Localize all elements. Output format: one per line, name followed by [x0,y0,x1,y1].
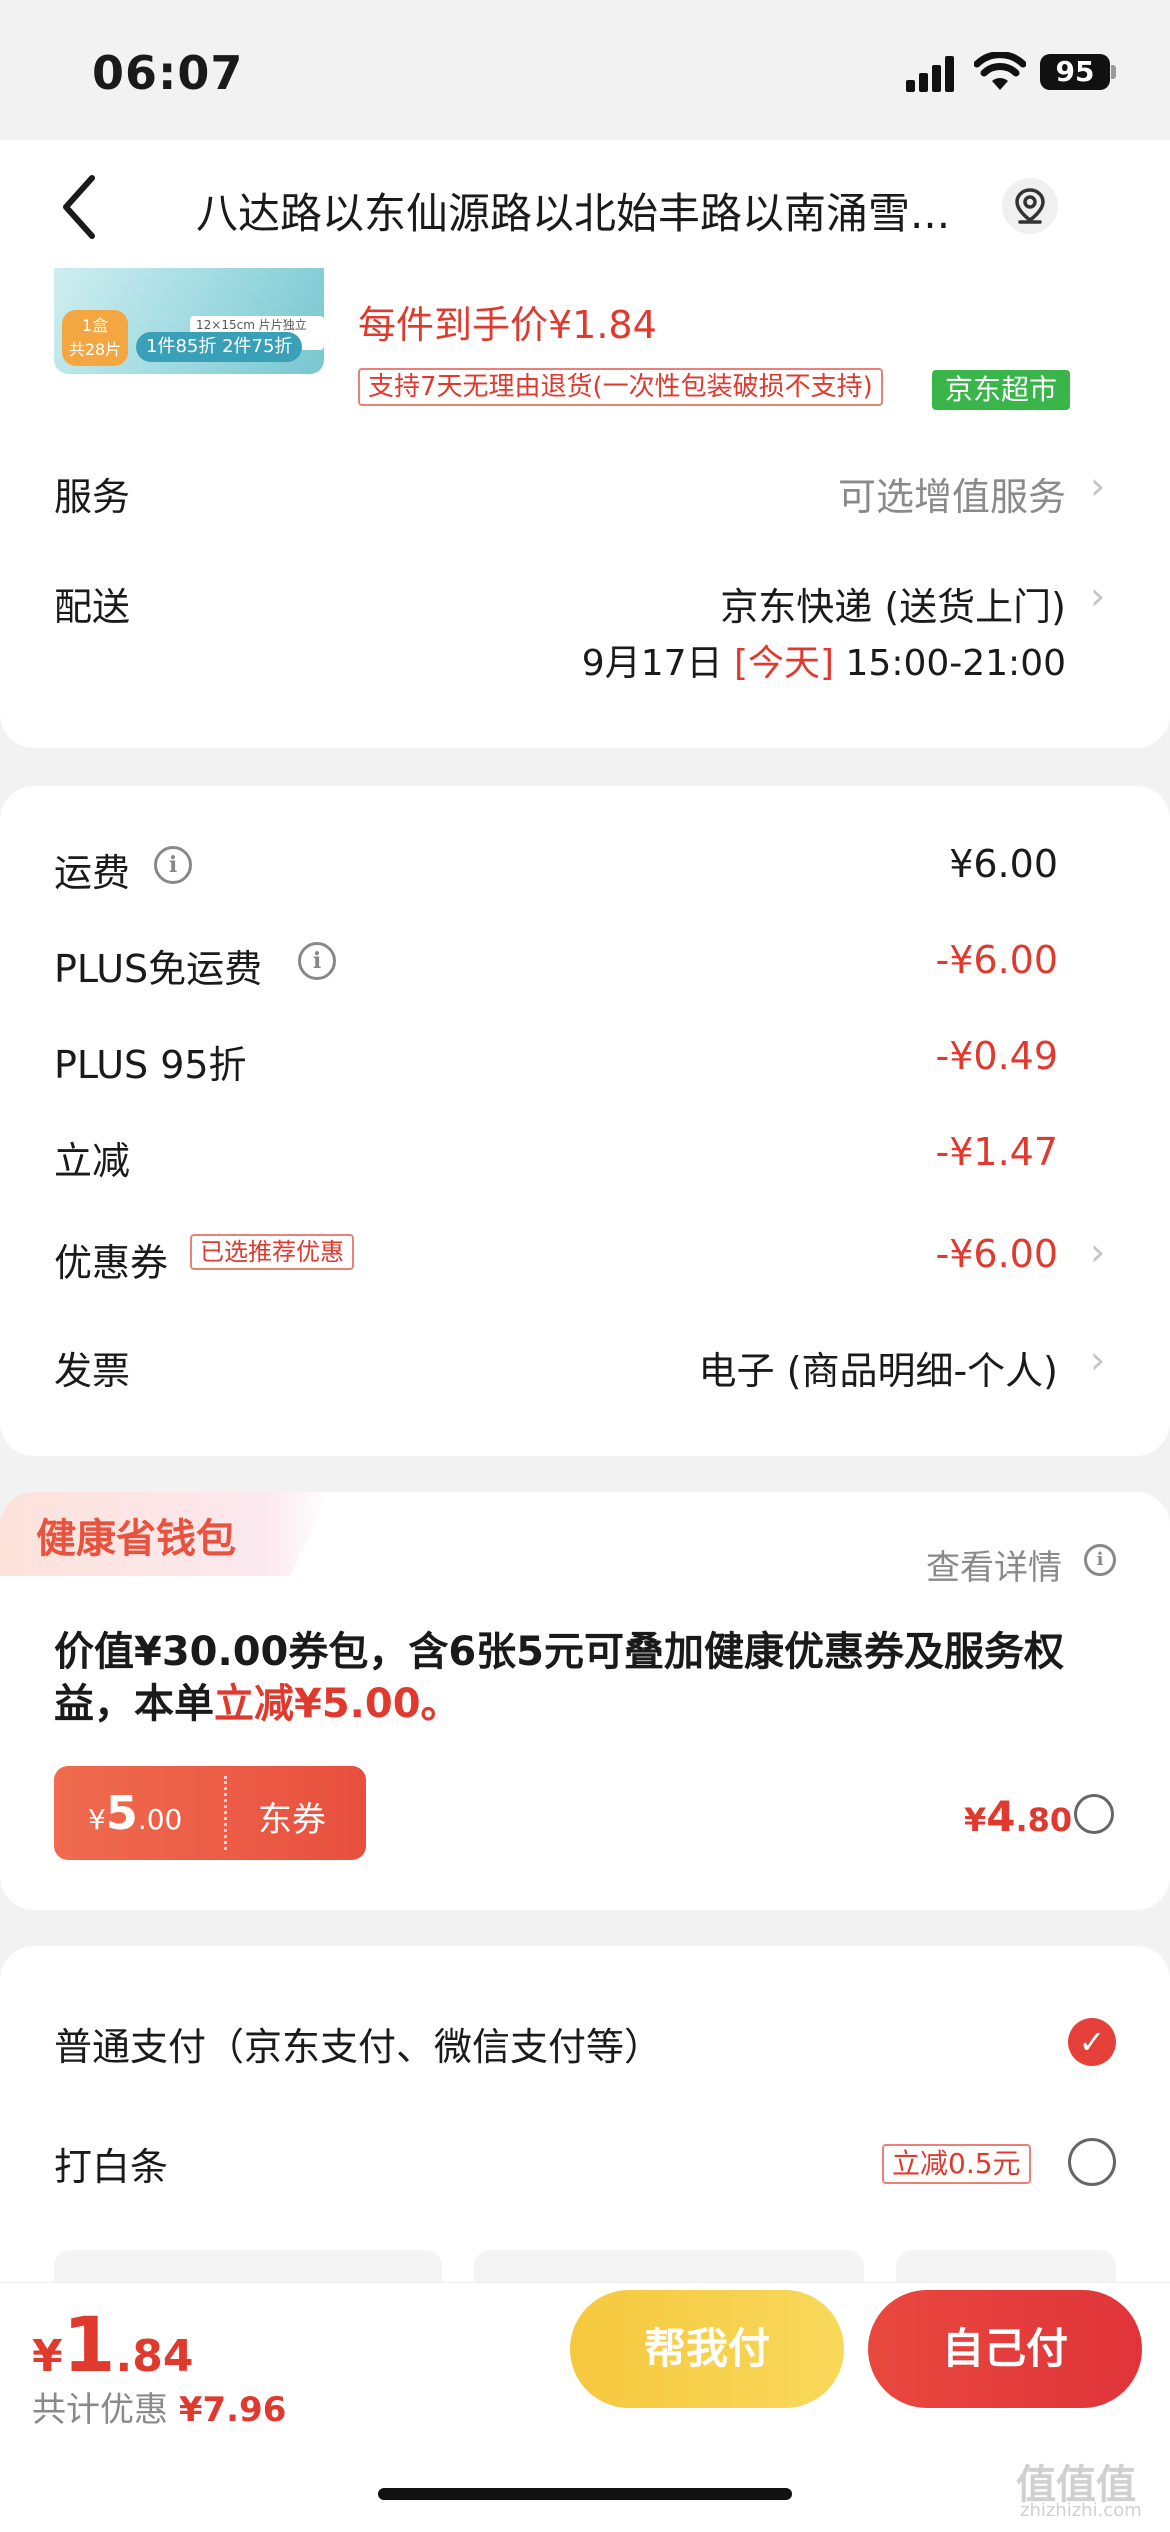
product-pack-badge: 1盒 共28片 [62,310,128,366]
service-label: 服务 [54,475,131,519]
info-icon[interactable]: i [154,846,192,884]
invoice-label: 发票 [54,1349,131,1393]
back-icon[interactable] [56,172,102,242]
plus-discount-value: -¥0.49 [935,1034,1059,1078]
total-dec: .84 [115,2331,194,2382]
instant-reduction-value: -¥1.47 [935,1130,1059,1174]
plus-discount-label: PLUS 95折 [54,1043,247,1087]
baitiao-radio[interactable] [1068,2138,1116,2186]
coupon-chosen-tag: 已选推荐优惠 [190,1234,354,1270]
total-int: 1 [62,2300,116,2389]
delivery-time: 15:00-21:00 [845,643,1066,684]
help-me-pay-button[interactable]: 帮我付 [570,2290,844,2408]
coupon-chevron-icon[interactable]: › [1090,1230,1105,1274]
watermark-url: zhizhizhi.com [1020,2500,1142,2521]
wallet-title: 健康省钱包 [36,1516,236,1562]
service-chevron-icon[interactable]: › [1090,464,1105,508]
total-savings: 共计优惠 ¥7.96 [32,2382,286,2431]
coupon-label: 优惠券 [54,1241,169,1285]
unit-price: 每件到手价¥1.84 [358,303,657,347]
pay-myself-button[interactable]: 自己付 [868,2290,1142,2408]
location-pin-icon[interactable] [1002,178,1058,234]
wallet-desc-highlight: 立减¥5.00。 [214,1681,461,1727]
delivery-schedule[interactable]: 9月17日 [今天] 15:00-21:00 [582,634,1066,686]
cellular-signal-icon [906,56,956,92]
wifi-icon [973,51,1027,92]
coupon-divider [224,1776,227,1850]
wallet-select-radio[interactable] [1074,1794,1114,1834]
delivery-label: 配送 [54,585,131,629]
wallet-detail-link[interactable]: 查看详情 [926,1540,1062,1589]
store-badge: 京东超市 [932,370,1070,410]
info-icon[interactable]: i [1084,1544,1116,1576]
invoice-value[interactable]: 电子 (商品明细-个人) [699,1340,1058,1395]
wallet-price: ¥4.80 [964,1792,1072,1841]
product-promo-tag: 1件85折 2件75折 [136,332,303,362]
shipping-fee-value: ¥6.00 [949,842,1058,886]
wallet-coupon-amount: ¥5.00 [88,1786,182,1840]
delivery-date: 9月17日 [581,643,723,684]
delivery-chevron-icon[interactable]: › [1090,574,1105,618]
savings-value: ¥7.96 [178,2390,287,2430]
baitiao-discount-tag: 立减0.5元 [882,2144,1031,2184]
total-currency: ¥ [32,2331,63,2382]
total-price: ¥1.84 [32,2300,193,2389]
shipping-fee-label: 运费 [54,851,131,895]
wallet-coupon: ¥5.00 东券 [54,1766,366,1860]
plus-free-shipping-value: -¥6.00 [935,938,1059,982]
wallet-detail-label: 查看详情 [926,1548,1062,1588]
battery-icon: 95 [1040,54,1110,90]
status-time: 06:07 [92,46,244,100]
coupon-int: 5 [105,1786,138,1840]
delivery-today-tag: [今天] [733,643,835,684]
invoice-chevron-icon[interactable]: › [1090,1338,1105,1382]
plus-free-shipping-label: PLUS免运费 [54,947,263,991]
normal-payment-checked-icon[interactable]: ✓ [1068,2018,1116,2066]
service-value[interactable]: 可选增值服务 [838,466,1066,521]
wallet-price-currency: ¥ [964,1801,987,1839]
baitiao-label[interactable]: 打白条 [54,2136,168,2191]
wallet-coupon-name: 东券 [258,1800,326,1840]
coupon-dec: .00 [137,1803,183,1836]
wallet-price-int: 4 [986,1792,1016,1841]
wallet-desc-text: 价值¥30.00券包，含6张5元可叠加健康优惠券及服务权益，本单 [54,1629,1065,1727]
wallet-price-dec: .80 [1015,1801,1073,1839]
battery-nub [1111,65,1116,79]
savings-label: 共计优惠 [32,2390,168,2430]
product-image[interactable]: 1盒 共28片 12×15cm 片片独立装 1件85折 2件75折 [54,268,324,374]
return-policy-notice: 支持7天无理由退货(一次性包装破损不支持) [358,368,883,406]
normal-payment-label[interactable]: 普通支付（京东支付、微信支付等） [54,2016,662,2071]
info-icon[interactable]: i [298,942,336,980]
wallet-description: 价值¥30.00券包，含6张5元可叠加健康优惠券及服务权益，本单立减¥5.00。 [54,1626,1124,1730]
instant-reduction-label: 立减 [54,1139,131,1183]
home-indicator[interactable] [378,2488,792,2500]
delivery-address[interactable]: 八达路以东仙源路以北始丰路以南涌雪... [196,180,986,241]
delivery-method[interactable]: 京东快递 (送货上门) [720,576,1066,631]
coupon-currency: ¥ [88,1803,106,1836]
coupon-value[interactable]: -¥6.00 [936,1232,1059,1276]
